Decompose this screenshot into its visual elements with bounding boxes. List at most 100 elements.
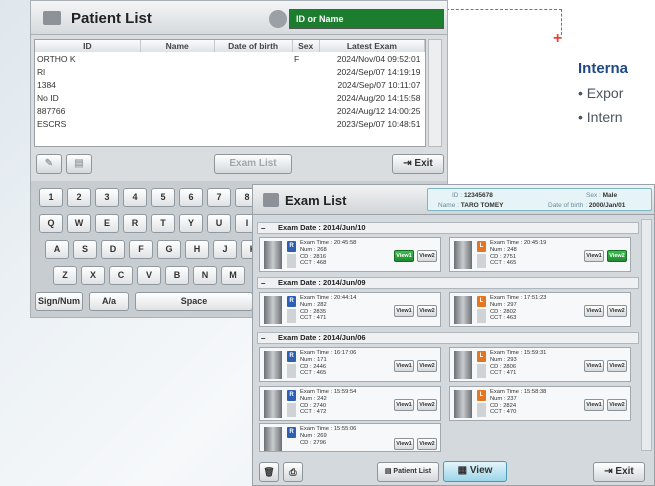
exam-details: Exam Time : 15:55:06 Num : 269 CD : 2796	[300, 426, 356, 446]
view2-button[interactable]: View2	[417, 250, 437, 262]
table-row[interactable]: 887766 2024/Aug/12 14:00:25	[35, 104, 425, 117]
key[interactable]: U	[207, 214, 231, 233]
view1-button[interactable]: View1	[584, 250, 604, 262]
print-icon[interactable]: ⎙	[283, 462, 303, 482]
key[interactable]: W	[67, 214, 91, 233]
cell-id: 1384	[37, 79, 56, 90]
patient-table-scrollbar[interactable]	[428, 39, 442, 147]
key[interactable]: T	[151, 214, 175, 233]
exam-num: Num : 268	[300, 246, 327, 253]
exam-card[interactable]: L Exam Time : 15:59:31 Num : 293 CD : 28…	[449, 347, 631, 382]
key[interactable]: V	[137, 266, 161, 285]
search-input[interactable]: ID or Name	[289, 9, 444, 29]
view2-button[interactable]: View2	[417, 360, 437, 372]
exam-card[interactable]: R Exam Time : 15:59:54 Num : 242 CD : 27…	[259, 386, 441, 421]
exam-time: Exam Time : 20:45:19	[490, 240, 547, 246]
view2-button[interactable]: View2	[417, 438, 437, 450]
exit-button[interactable]: ⇥ Exit	[593, 462, 645, 482]
view2-button[interactable]: View2	[607, 399, 627, 411]
key[interactable]: N	[193, 266, 217, 285]
exam-cd: CD : 2796	[300, 439, 327, 446]
key[interactable]: D	[101, 240, 125, 259]
search-icon[interactable]	[269, 10, 287, 28]
edit-patient-button[interactable]: ✎	[36, 154, 62, 174]
table-row[interactable]: 1384 2024/Sep/07 10:11:07	[35, 78, 425, 91]
exam-folder-icon	[263, 193, 279, 207]
key[interactable]: 5	[151, 188, 175, 207]
view1-button[interactable]: View1	[394, 399, 414, 411]
collapse-icon[interactable]: –	[261, 224, 265, 234]
key[interactable]: E	[95, 214, 119, 233]
column-header-name[interactable]: Name	[140, 40, 215, 52]
key[interactable]: Q	[39, 214, 63, 233]
delete-exam-icon[interactable]: 🗑	[259, 462, 279, 482]
exam-card[interactable]: L Exam Time : 20:45:19 Num : 248 CD : 27…	[449, 237, 631, 272]
exam-card[interactable]: L Exam Time : 17:51:23 Num : 297 CD : 28…	[449, 292, 631, 327]
cell-name	[140, 91, 214, 104]
space-key[interactable]: Space	[135, 292, 253, 311]
column-header-sex[interactable]: Sex	[292, 40, 320, 52]
exam-num: Num : 297	[490, 301, 517, 308]
exam-card[interactable]: R Exam Time : 20:44:14 Num : 282 CD : 28…	[259, 292, 441, 327]
view2-button[interactable]: View2	[607, 250, 627, 262]
sign-num-key[interactable]: Sign/Num	[35, 292, 83, 311]
key[interactable]: C	[109, 266, 133, 285]
key[interactable]: Y	[179, 214, 203, 233]
key[interactable]: 1	[39, 188, 63, 207]
exam-list-button[interactable]: Exam List	[214, 154, 292, 174]
view1-button[interactable]: View1	[394, 305, 414, 317]
key[interactable]: 2	[67, 188, 91, 207]
collapse-icon[interactable]: –	[261, 334, 265, 344]
view1-button[interactable]: View1	[394, 250, 414, 262]
view1-button[interactable]: View1	[584, 305, 604, 317]
table-row[interactable]: Rl 2024/Sep/07 14:19:19	[35, 65, 425, 78]
exam-card[interactable]: L Exam Time : 15:58:38 Num : 237 CD : 28…	[449, 386, 631, 421]
key[interactable]: B	[165, 266, 189, 285]
column-header-id[interactable]: ID	[35, 40, 141, 52]
exam-card[interactable]: R Exam Time : 16:17:06 Num : 171 CD : 24…	[259, 347, 441, 382]
key[interactable]: R	[123, 214, 147, 233]
exam-card[interactable]: R Exam Time : 15:55:06 Num : 269 CD : 27…	[259, 423, 441, 452]
view2-button[interactable]: View2	[417, 399, 437, 411]
patient-dob-label: Date of birth :	[548, 202, 588, 209]
key[interactable]: 3	[95, 188, 119, 207]
view1-button[interactable]: View1	[394, 360, 414, 372]
key[interactable]: J	[213, 240, 237, 259]
exam-card[interactable]: R Exam Time : 20:45:58 Num : 268 CD : 28…	[259, 237, 441, 272]
exam-cct: CCT : 472	[300, 409, 327, 416]
view2-button[interactable]: View2	[607, 305, 627, 317]
column-header-dob[interactable]: Date of birth	[214, 40, 293, 52]
key[interactable]: 7	[207, 188, 231, 207]
view1-button[interactable]: View1	[584, 360, 604, 372]
exit-button[interactable]: ⇥ Exit	[392, 154, 444, 174]
table-row[interactable]: ESCRS 2023/Sep/07 10:48:51	[35, 117, 425, 130]
key[interactable]: M	[221, 266, 245, 285]
delete-patient-button[interactable]: ▤	[66, 154, 92, 174]
exam-list-scrollbar[interactable]	[641, 219, 652, 451]
exam-date-header[interactable]: – Exam Date : 2014/Jun/06	[257, 332, 639, 344]
exam-date-header[interactable]: – Exam Date : 2014/Jun/09	[257, 277, 639, 289]
key[interactable]: A	[45, 240, 69, 259]
view-button[interactable]: ▦ View	[443, 461, 507, 482]
case-toggle-key[interactable]: A/a	[89, 292, 129, 311]
view2-button[interactable]: View2	[607, 360, 627, 372]
view1-button[interactable]: View1	[584, 399, 604, 411]
key[interactable]: H	[185, 240, 209, 259]
table-row[interactable]: ORTHO K F 2024/Nov/04 09:52:01	[35, 52, 425, 65]
key[interactable]: 6	[179, 188, 203, 207]
key[interactable]: F	[129, 240, 153, 259]
exam-date-header[interactable]: – Exam Date : 2014/Jun/10	[257, 222, 639, 234]
key[interactable]: G	[157, 240, 181, 259]
table-row[interactable]: No ID 2024/Aug/20 14:15:58	[35, 91, 425, 104]
patient-list-button[interactable]: ▤ Patient List	[377, 462, 439, 482]
eye-image-thumbnail	[264, 427, 282, 451]
column-header-latest-exam[interactable]: Latest Exam	[319, 40, 426, 52]
key[interactable]: X	[81, 266, 105, 285]
collapse-icon[interactable]: –	[261, 279, 265, 289]
right-eye-badge: R	[287, 351, 296, 362]
key[interactable]: 4	[123, 188, 147, 207]
key[interactable]: Z	[53, 266, 77, 285]
view1-button[interactable]: View1	[394, 438, 414, 450]
key[interactable]: S	[73, 240, 97, 259]
view2-button[interactable]: View2	[417, 305, 437, 317]
